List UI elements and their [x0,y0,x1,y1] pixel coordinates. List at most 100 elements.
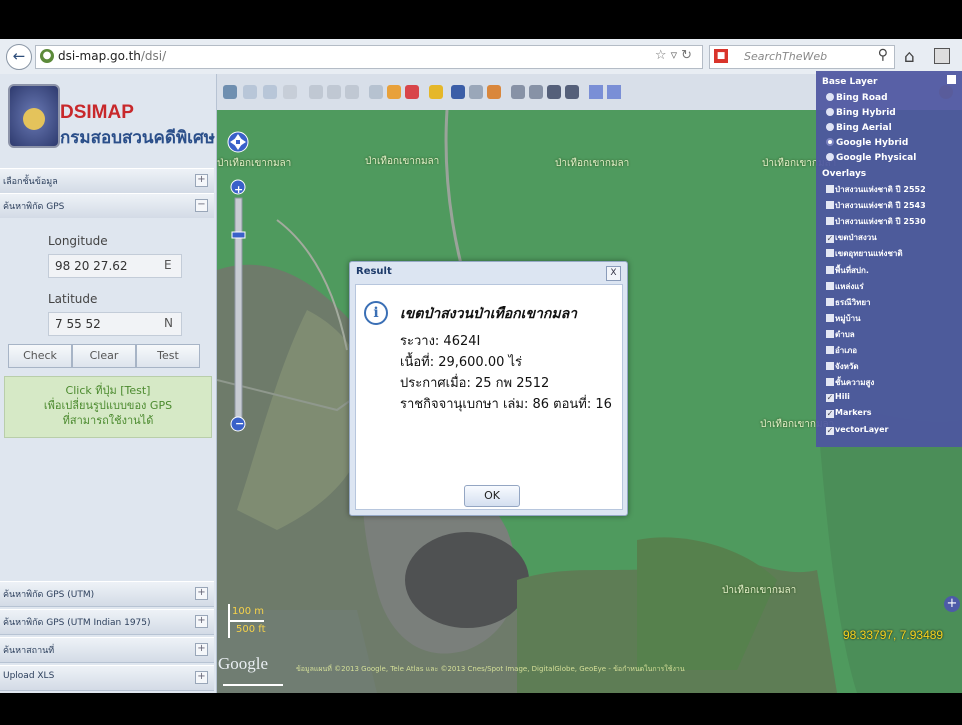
longitude-label: Longitude [48,234,108,248]
overlay-checkbox[interactable]: อำเภอ [826,344,857,357]
expand-icon[interactable]: + [195,671,208,684]
overlay-checkbox[interactable]: ป่าสงวนแห่งชาติ ปี 2530 [826,215,926,228]
home-icon[interactable]: ⌂ [904,47,915,67]
panel-upload-xls[interactable]: Upload XLS + [0,665,214,691]
ok-button[interactable]: OK [464,485,520,507]
checkbox-icon[interactable] [826,265,834,274]
info-tool-icon[interactable] [387,85,401,99]
base-layer-option[interactable]: Bing Hybrid [826,108,896,118]
expand-icon[interactable]: + [195,587,208,600]
dropdown-arrow-icon[interactable]: ▿ [671,48,682,63]
zoom-in-button[interactable]: + [234,183,243,196]
checkbox-icon[interactable]: ✓ [826,410,834,419]
draw-box-icon[interactable] [309,85,323,99]
overlay-checkbox[interactable]: ตำบล [826,328,855,341]
next-icon[interactable] [607,85,621,99]
collapse-icon[interactable]: − [195,199,208,212]
search-icon[interactable]: ⚲ [878,47,888,63]
list-icon[interactable] [511,85,525,99]
overlay-checkbox-checked[interactable]: ✓ Hili [826,392,850,403]
test-button[interactable]: Test [136,344,200,368]
reload-icon[interactable]: ↻ [681,48,696,63]
print-icon[interactable] [469,85,483,99]
zoom-out-icon[interactable] [263,85,277,99]
address-bar[interactable]: ● dsi-map.go.th/dsi/ ☆▿↻ [35,45,703,69]
expand-overview-icon[interactable]: + [944,596,960,612]
dialog-body: i เขตป่าสงวนป่าเทือกเขากมลา ระวาง: 4624I… [355,284,623,510]
base-layer-option[interactable]: Google Physical [826,153,916,163]
previous-icon[interactable] [589,85,603,99]
checkbox-icon[interactable] [826,378,834,387]
overlay-checkbox[interactable]: จังหวัด [826,360,859,373]
select-icon[interactable] [345,85,359,99]
address-bar-icons[interactable]: ☆▿↻ [655,48,696,63]
overlay-checkbox[interactable]: เขตอุทยานแห่งชาติ [826,247,903,260]
expand-icon[interactable]: + [195,615,208,628]
web-search-box[interactable]: ■ SearchTheWeb ⚲ [709,45,895,69]
check-button[interactable]: Check [8,344,72,368]
checkbox-icon[interactable] [826,346,834,354]
search-engine-icon[interactable]: ■ [714,49,728,63]
layers-icon[interactable] [451,85,465,99]
checkbox-icon[interactable]: ✓ [826,426,834,435]
checkbox-icon[interactable] [826,249,834,258]
close-icon[interactable]: X [606,266,621,281]
checkbox-icon[interactable]: ✓ [826,394,834,403]
checkbox-icon[interactable] [826,297,834,306]
expand-icon[interactable]: + [195,643,208,656]
overlay-checkbox[interactable]: หมู่บ้าน [826,312,861,325]
panel-gps-utm-indian[interactable]: ค้นหาพิกัด GPS (UTM Indian 1975) + [0,609,214,635]
base-layer-option[interactable]: Bing Aerial [826,123,892,133]
measure-icon[interactable] [369,85,383,99]
bookmark-star-icon[interactable]: ☆ [655,48,671,63]
panel-gps-utm[interactable]: ค้นหาพิกัด GPS (UTM) + [0,581,214,607]
panel-select-layers[interactable]: เลือกชั้นข้อมูล + [0,168,214,194]
panel-gps-search[interactable]: ค้นหาพิกัด GPS − [0,193,214,219]
panel-place-search[interactable]: ค้นหาสถานที่ + [0,637,214,663]
hint-line: ที่สามารถใช้งานได้ [62,414,154,427]
longitude-input[interactable]: 98 20 27.62 [48,254,182,278]
checkbox-icon[interactable] [826,281,834,290]
tools-menu-icon[interactable] [934,48,950,64]
hint-line: เพื่อเปลี่ยนรูปแบบของ GPS [43,399,173,412]
clear-tool-icon[interactable] [405,85,419,99]
overlay-checkbox-checked[interactable]: ✓ vectorLayer [826,425,888,435]
grid-large-icon[interactable] [565,85,579,99]
overlay-checkbox-checked[interactable]: ✓ Markers [826,408,872,419]
base-layer-option[interactable]: Bing Road [826,93,888,103]
checkbox-icon[interactable] [826,362,834,371]
overlay-checkbox-checked[interactable]: ✓ เขตป่าสงวน [826,231,877,244]
table-icon[interactable] [529,85,543,99]
overlay-checkbox[interactable]: ป่าสงวนแห่งชาติ ปี 2552 [826,183,926,196]
checkbox-icon[interactable] [826,329,834,338]
expand-icon[interactable]: + [195,174,208,187]
checkbox-icon[interactable] [826,217,834,226]
checkbox-icon[interactable]: ✓ [826,235,834,244]
overlay-checkbox[interactable]: พื้นที่สปก. [826,264,869,277]
checkbox-icon[interactable] [826,201,834,210]
checkbox-icon[interactable] [826,185,834,193]
zoom-extent-icon[interactable] [223,85,237,99]
overlay-checkbox[interactable]: ธรณีวิทยา [826,296,871,309]
grid-icon[interactable] [547,85,561,99]
gps-button-row: Check Clear Test [8,344,200,368]
overlay-checkbox[interactable]: ป่าสงวนแห่งชาติ ปี 2543 [826,199,926,212]
latitude-input[interactable]: 7 55 52 [48,312,182,336]
hint-line: Click ที่ปุ่ม [Test] [65,384,151,397]
overlay-checkbox[interactable]: ชั้นความสูง [826,376,874,389]
draw-polygon-icon[interactable] [327,85,341,99]
minimize-icon[interactable] [947,75,956,84]
map-place-label: ป่าเทือกเขากมลา [365,156,440,167]
marker-icon[interactable] [429,85,443,99]
pan-hand-icon[interactable] [283,85,297,99]
base-layer-option-selected[interactable]: Google Hybrid [826,138,908,148]
back-arrow-icon[interactable]: ← [6,44,32,70]
export-icon[interactable] [487,85,501,99]
zoom-control [227,120,249,440]
zoom-out-button[interactable]: − [235,417,244,430]
overlay-checkbox[interactable]: แหล่งแร่ [826,280,864,293]
clear-button[interactable]: Clear [72,344,136,368]
map-copyright[interactable]: ข้อมูลแผนที่ ©2013 Google, Tele Atlas แล… [296,664,685,675]
zoom-in-icon[interactable] [243,85,257,99]
checkbox-icon[interactable] [826,313,834,322]
